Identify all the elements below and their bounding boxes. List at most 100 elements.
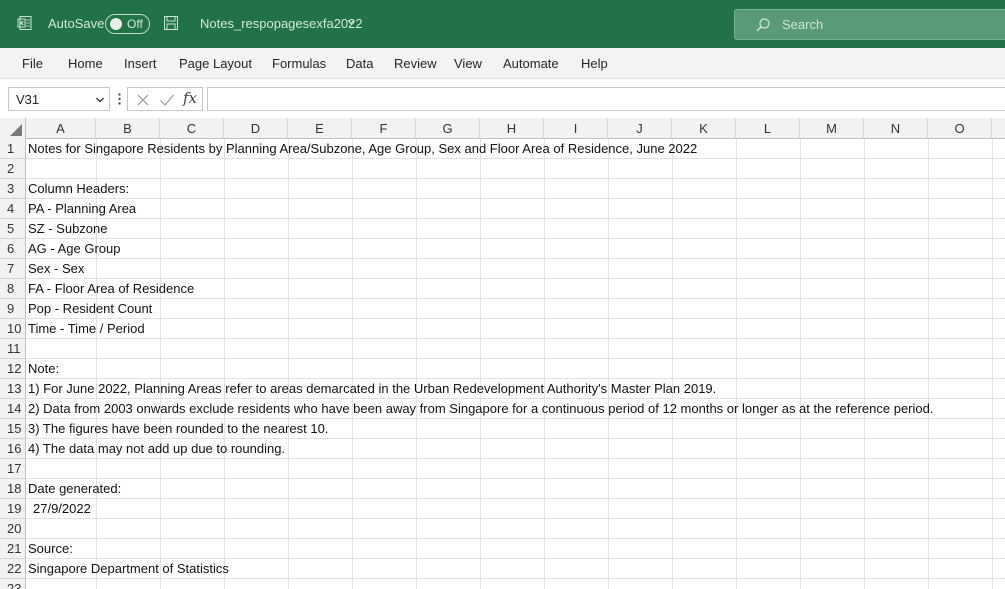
select-all-button[interactable] [0, 118, 26, 139]
tab-automate[interactable]: Automate [503, 56, 559, 71]
gridline [224, 139, 225, 589]
cell-a19-date[interactable]: 27/9/2022 [33, 499, 91, 519]
column-header-row: A B C D E F G H I J K L M N O [0, 118, 1005, 139]
save-icon[interactable] [163, 15, 179, 31]
search-box[interactable]: Search [734, 9, 1005, 40]
tab-page-layout[interactable]: Page Layout [179, 56, 252, 71]
row-header[interactable]: 19 [0, 499, 26, 519]
cell-a7[interactable]: Sex - Sex [28, 259, 84, 279]
row-header[interactable]: 10 [0, 319, 26, 339]
row-header[interactable]: 15 [0, 419, 26, 439]
tab-review[interactable]: Review [394, 56, 437, 71]
row-header[interactable]: 4 [0, 199, 26, 219]
tab-file[interactable]: File [22, 56, 43, 71]
document-title[interactable]: Notes_respopagesexfa2022 [200, 16, 363, 31]
title-bar: AutoSave Off Notes_respopagesexfa2022 Se… [0, 0, 1005, 48]
cell-a18[interactable]: Date generated: [28, 479, 121, 499]
gridline [544, 139, 545, 589]
insert-function-icon[interactable]: fx [183, 89, 197, 107]
column-header-d[interactable]: D [224, 118, 288, 139]
row-header[interactable]: 2 [0, 159, 26, 179]
tab-insert[interactable]: Insert [124, 56, 157, 71]
row-header[interactable]: 22 [0, 559, 26, 579]
chevron-down-icon[interactable] [346, 17, 356, 27]
row-header[interactable]: 18 [0, 479, 26, 499]
gridline [928, 139, 929, 589]
column-header-c[interactable]: C [160, 118, 224, 139]
row-header[interactable]: 20 [0, 519, 26, 539]
column-header-e[interactable]: E [288, 118, 352, 139]
column-header-b[interactable]: B [96, 118, 160, 139]
row-header[interactable]: 9 [0, 299, 26, 319]
cell-a8[interactable]: FA - Floor Area of Residence [28, 279, 194, 299]
column-header-f[interactable]: F [352, 118, 416, 139]
row-header[interactable]: 14 [0, 399, 26, 419]
tab-formulas[interactable]: Formulas [272, 56, 326, 71]
cell-a5[interactable]: SZ - Subzone [28, 219, 108, 239]
column-header-m[interactable]: M [800, 118, 864, 139]
cell-a21[interactable]: Source: [28, 539, 73, 559]
excel-app-icon[interactable] [17, 15, 33, 31]
cancel-icon[interactable] [136, 93, 150, 107]
ribbon-tabs: File Home Insert Page Layout Formulas Da… [0, 48, 1005, 79]
cell-a14[interactable]: 2) Data from 2003 onwards exclude reside… [28, 399, 933, 419]
cell-a3[interactable]: Column Headers: [28, 179, 129, 199]
column-header-o[interactable]: O [928, 118, 992, 139]
column-header-j[interactable]: J [608, 118, 672, 139]
row-header[interactable]: 21 [0, 539, 26, 559]
row-header[interactable]: 23 [0, 579, 26, 589]
tab-home[interactable]: Home [68, 56, 103, 71]
formula-input[interactable] [207, 87, 1005, 111]
row-header[interactable]: 5 [0, 219, 26, 239]
row-header[interactable]: 17 [0, 459, 26, 479]
formula-buttons: fx [127, 87, 203, 111]
tab-view[interactable]: View [454, 56, 482, 71]
gridline [480, 139, 481, 589]
gridline [288, 139, 289, 589]
gridline [736, 139, 737, 589]
column-header-i[interactable]: I [544, 118, 608, 139]
row-header[interactable]: 7 [0, 259, 26, 279]
column-header-n[interactable]: N [864, 118, 928, 139]
column-header-g[interactable]: G [416, 118, 480, 139]
cell-a10[interactable]: Time - Time / Period [28, 319, 145, 339]
cell-a1-title[interactable]: Notes for Singapore Residents by Plannin… [28, 139, 697, 159]
cell-area[interactable] [26, 139, 1005, 589]
gridline [672, 139, 673, 589]
cell-a9[interactable]: Pop - Resident Count [28, 299, 152, 319]
row-header[interactable]: 8 [0, 279, 26, 299]
column-header-a[interactable]: A [26, 118, 96, 139]
row-header[interactable]: 1 [0, 139, 26, 159]
cell-a6[interactable]: AG - Age Group [28, 239, 121, 259]
enter-check-icon[interactable] [159, 93, 175, 107]
cell-a16[interactable]: 4) The data may not add up due to roundi… [28, 439, 285, 459]
name-box[interactable]: V31 [8, 87, 110, 111]
gridline [160, 139, 161, 589]
column-header-l[interactable]: L [736, 118, 800, 139]
gridline [992, 139, 993, 589]
gridline [608, 139, 609, 589]
gridline [416, 139, 417, 589]
row-header[interactable]: 3 [0, 179, 26, 199]
tab-data[interactable]: Data [346, 56, 373, 71]
tab-help[interactable]: Help [581, 56, 608, 71]
gridline [800, 139, 801, 589]
row-header[interactable]: 11 [0, 339, 26, 359]
chevron-down-icon[interactable] [95, 95, 105, 105]
more-options-icon[interactable] [117, 92, 122, 106]
cell-a4[interactable]: PA - Planning Area [28, 199, 136, 219]
row-header[interactable]: 16 [0, 439, 26, 459]
autosave-state: Off [127, 17, 143, 31]
cell-a15[interactable]: 3) The figures have been rounded to the … [28, 419, 328, 439]
cell-a22[interactable]: Singapore Department of Statistics [28, 559, 229, 579]
autosave-toggle[interactable]: Off [105, 14, 150, 34]
row-header[interactable]: 12 [0, 359, 26, 379]
row-header[interactable]: 6 [0, 239, 26, 259]
row-header[interactable]: 13 [0, 379, 26, 399]
gridline [352, 139, 353, 589]
column-header-k[interactable]: K [672, 118, 736, 139]
column-header-h[interactable]: H [480, 118, 544, 139]
cell-a13[interactable]: 1) For June 2022, Planning Areas refer t… [28, 379, 716, 399]
spreadsheet-grid[interactable]: A B C D E F G H I J K L M N O 1 2 3 4 5 … [0, 118, 1005, 589]
cell-a12[interactable]: Note: [28, 359, 59, 379]
